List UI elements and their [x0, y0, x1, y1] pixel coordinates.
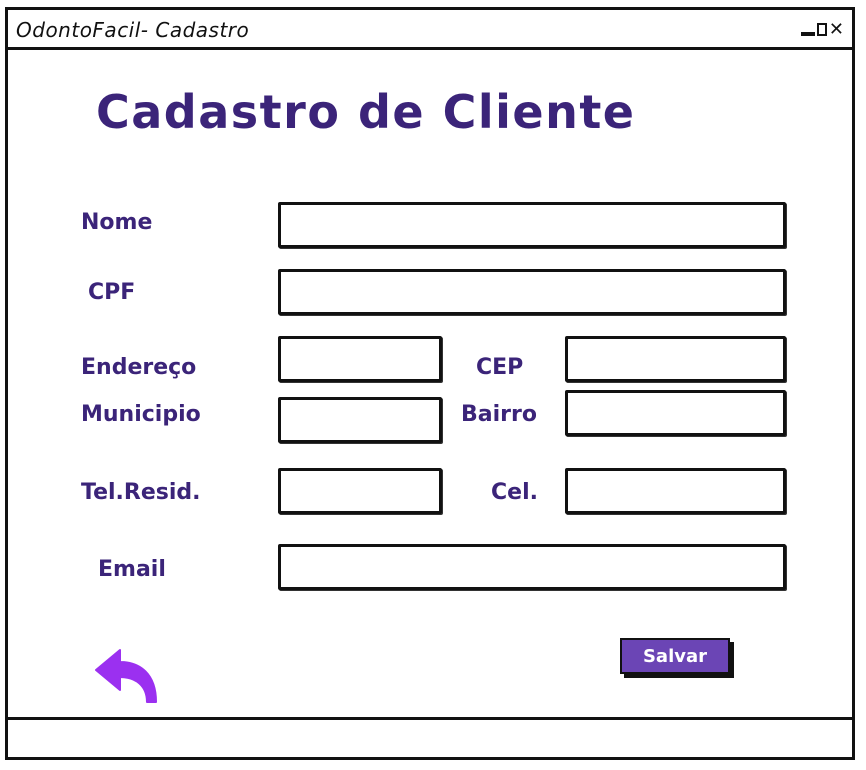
status-bar	[8, 717, 852, 757]
window-title: OdontoFacil- Cadastro	[16, 18, 250, 42]
cep-input[interactable]	[565, 336, 786, 382]
minimize-icon[interactable]	[800, 32, 815, 36]
back-arrow-icon[interactable]	[94, 646, 164, 704]
save-button[interactable]: Salvar	[620, 638, 730, 674]
app-window: OdontoFacil- Cadastro ✕ Cadastro de Clie…	[5, 7, 855, 760]
cel-label: Cel.	[491, 480, 538, 505]
email-input[interactable]	[278, 544, 786, 590]
page-title: Cadastro de Cliente	[96, 85, 636, 139]
bairro-input[interactable]	[565, 390, 786, 436]
municipio-label: Municipio	[81, 402, 201, 427]
endereco-label: Endereço	[81, 355, 197, 380]
bairro-label: Bairro	[461, 402, 537, 427]
close-icon[interactable]: ✕	[829, 21, 844, 39]
nome-label: Nome	[81, 210, 153, 235]
endereco-input[interactable]	[278, 336, 442, 382]
cpf-input[interactable]	[278, 269, 786, 315]
tel-resid-label: Tel.Resid.	[81, 480, 201, 505]
nome-input[interactable]	[278, 202, 786, 248]
municipio-input[interactable]	[278, 397, 442, 443]
title-bar: OdontoFacil- Cadastro ✕	[8, 10, 852, 50]
cpf-label: CPF	[88, 280, 136, 305]
window-controls: ✕	[800, 14, 844, 40]
cep-label: CEP	[476, 355, 524, 380]
tel-resid-input[interactable]	[278, 468, 442, 514]
maximize-icon[interactable]	[816, 23, 827, 36]
email-label: Email	[98, 557, 166, 582]
cel-input[interactable]	[565, 468, 786, 514]
